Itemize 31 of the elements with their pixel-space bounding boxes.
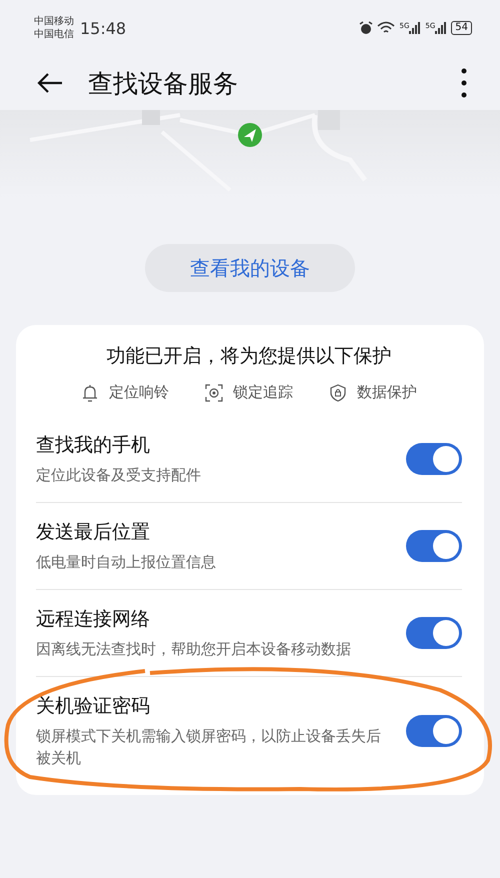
toggle-switch[interactable] <box>406 617 462 649</box>
setting-description: 定位此设备及受支持配件 <box>36 465 202 486</box>
signal-icon <box>409 22 422 34</box>
setting-title: 远程连接网络 <box>36 607 151 632</box>
setting-title: 关机验证密码 <box>36 694 151 719</box>
setting-description: 因离线无法查找时，帮助您开启本设备移动数据 <box>36 639 352 660</box>
alarm-icon <box>359 21 374 35</box>
back-arrow-icon[interactable] <box>36 71 64 95</box>
feature-label: 定位响铃 <box>109 383 169 402</box>
toggle-switch[interactable] <box>406 530 462 562</box>
clock-time: 15:48 <box>80 18 126 38</box>
signal-icon <box>435 22 448 34</box>
page-title: 查找设备服务 <box>88 68 238 100</box>
bell-icon <box>81 384 99 402</box>
carrier-name: 中国移动 <box>34 15 74 28</box>
wifi-icon <box>377 21 396 35</box>
setting-description: 锁屏模式下关机需输入锁屏密码，以防止设备丢失后被关机 <box>36 726 382 769</box>
shield-lock-icon <box>329 384 347 402</box>
setting-title: 查找我的手机 <box>36 433 151 458</box>
setting-title: 发送最后位置 <box>36 520 151 545</box>
target-icon <box>205 384 223 402</box>
setting-description: 低电量时自动上报位置信息 <box>36 552 217 573</box>
more-options-icon[interactable] <box>461 68 467 98</box>
battery-level: 54 <box>451 21 472 35</box>
toggle-switch[interactable] <box>406 715 462 747</box>
feature-label: 数据保护 <box>357 383 417 402</box>
view-devices-button[interactable]: 查看我的设备 <box>145 244 355 292</box>
card-title: 功能已开启，将为您提供以下保护 <box>106 344 392 369</box>
feature-label: 锁定追踪 <box>233 383 293 402</box>
toggle-switch[interactable] <box>406 443 462 475</box>
carrier-name: 中国电信 <box>34 28 74 41</box>
